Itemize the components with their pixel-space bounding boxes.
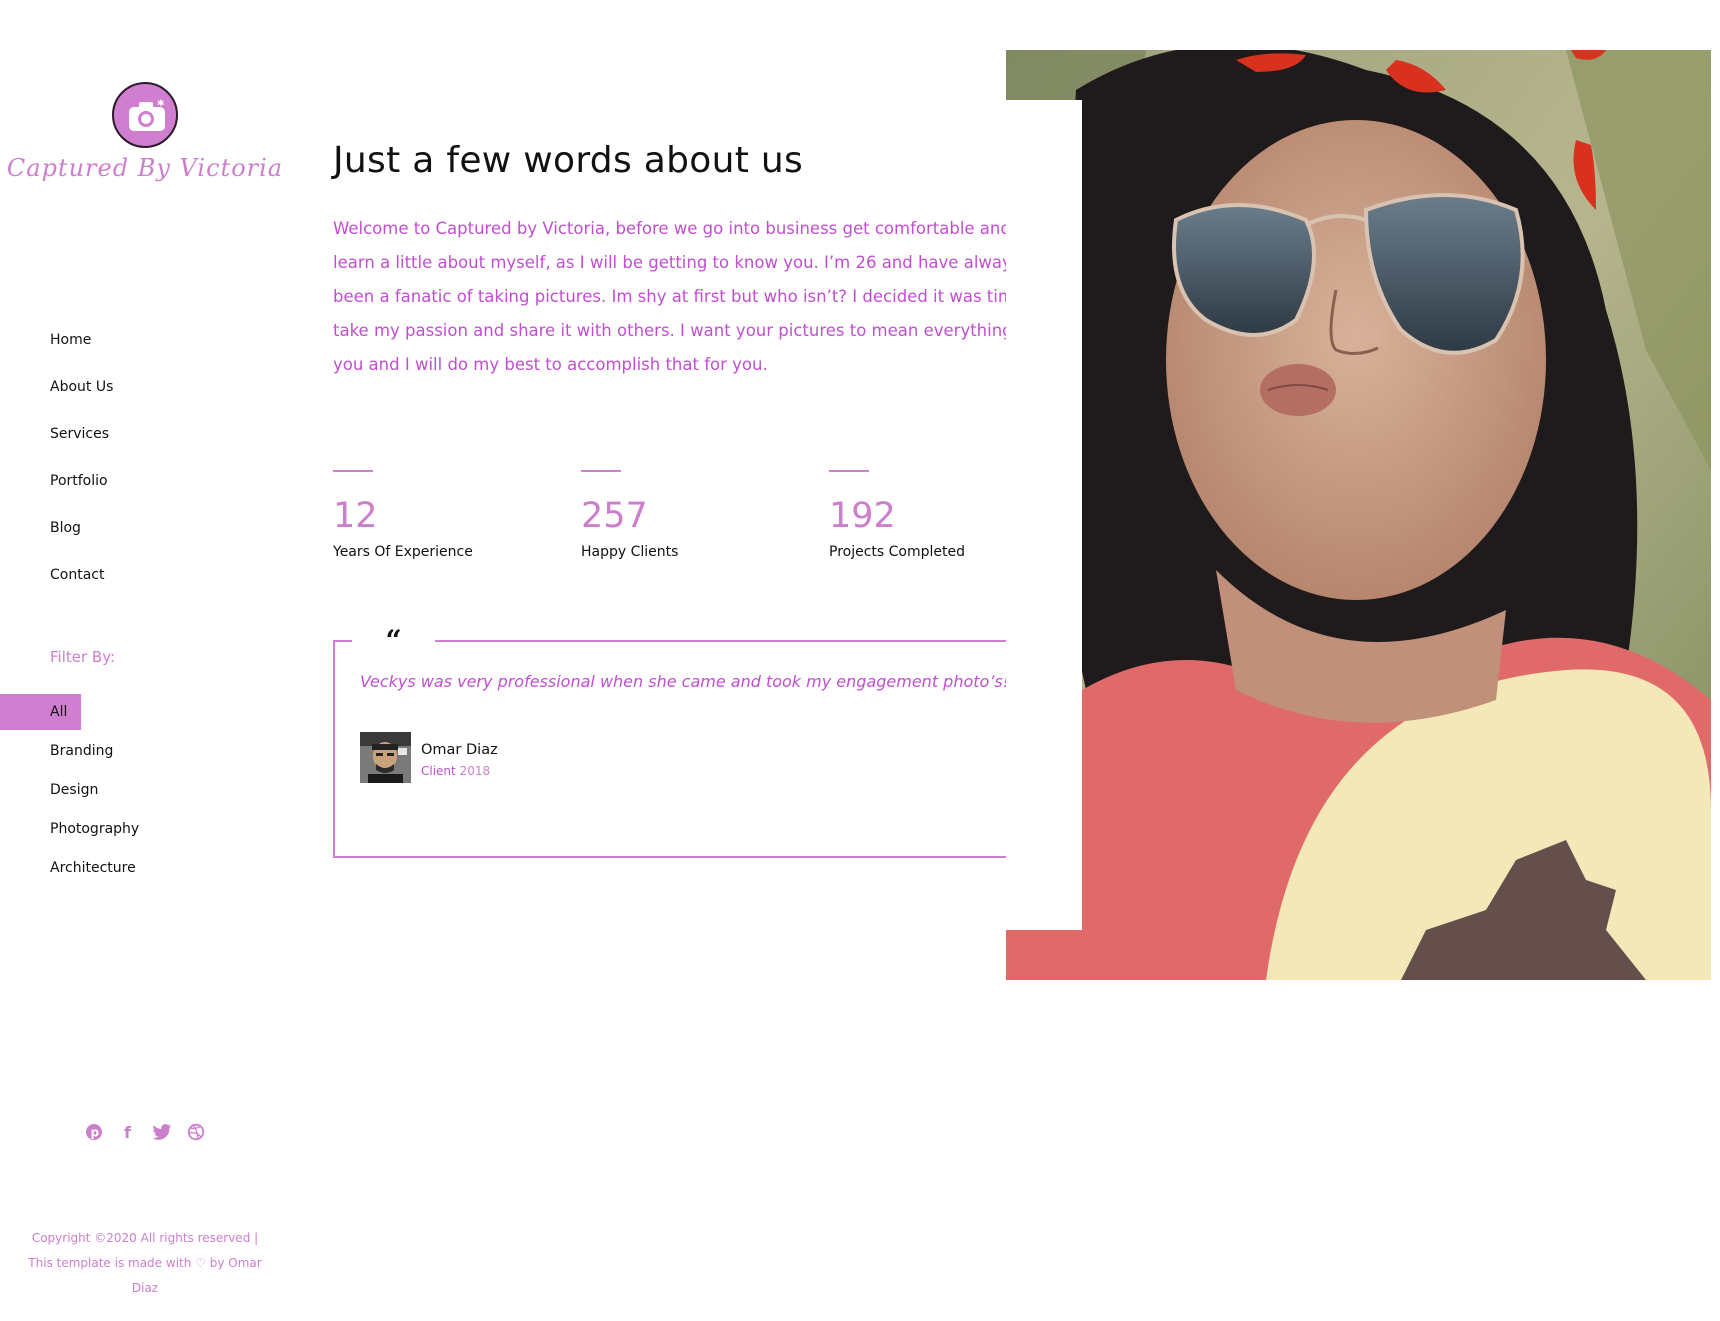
testimonial-text: Veckys was very professional when she ca…	[360, 672, 1010, 691]
stat-years: 12 Years Of Experience	[333, 470, 563, 560]
svg-text:✱: ✱	[157, 99, 165, 109]
logo[interactable]: ✱ Captured By Victoria	[0, 82, 290, 182]
nav-item-about-us[interactable]: About Us	[50, 377, 113, 424]
main-nav: Home About Us Services Portfolio Blog Co…	[50, 330, 113, 612]
sidebar: ✱ Captured By Victoria Home About Us Ser…	[0, 0, 290, 1321]
stat-clients: 257 Happy Clients	[581, 470, 811, 560]
camera-icon: ✱	[112, 82, 178, 148]
filter-item-all[interactable]: All	[0, 694, 81, 730]
author-year: 2018	[459, 764, 491, 778]
page-title: Just a few words about us	[333, 140, 804, 181]
footer-line[interactable]: Diaz	[20, 1276, 270, 1301]
author-role: Client 2018	[421, 764, 490, 778]
svg-text:f: f	[124, 1123, 132, 1141]
logo-text: Captured By Victoria	[6, 154, 284, 182]
svg-text:p: p	[91, 1126, 100, 1140]
stat-divider	[333, 470, 373, 472]
avatar	[360, 732, 411, 783]
nav-item-services[interactable]: Services	[50, 424, 113, 471]
filter-item-branding[interactable]: Branding	[0, 733, 290, 772]
nav-item-blog[interactable]: Blog	[50, 518, 113, 565]
photo-overlay-panel	[1006, 100, 1082, 930]
filter-list: All Branding Design Photography Architec…	[0, 694, 290, 889]
stat-divider	[581, 470, 621, 472]
stat-label: Happy Clients	[581, 544, 679, 560]
pinterest-icon[interactable]: p	[84, 1122, 104, 1142]
stat-label: Years Of Experience	[333, 544, 473, 560]
hero-photo	[1006, 50, 1711, 980]
filter-item-design[interactable]: Design	[0, 772, 290, 811]
nav-item-portfolio[interactable]: Portfolio	[50, 471, 113, 518]
stat-divider	[829, 470, 869, 472]
twitter-icon[interactable]	[152, 1122, 172, 1142]
footer: Copyright ©2020 All rights reserved | Th…	[20, 1226, 270, 1301]
footer-line[interactable]: This template is made with ♡ by Omar	[20, 1251, 270, 1276]
stat-value: 257	[581, 496, 648, 536]
intro-text: Welcome to Captured by Victoria, before …	[333, 219, 1046, 374]
filter-item-architecture[interactable]: Architecture	[0, 850, 290, 889]
quote-icon: “	[352, 626, 435, 656]
testimonial-card: “ Veckys was very professional when she …	[333, 626, 1046, 858]
footer-line: Copyright ©2020 All rights reserved |	[31, 1231, 259, 1245]
nav-item-contact[interactable]: Contact	[50, 565, 113, 612]
author-role-label: Client	[421, 764, 456, 778]
filter-title: Filter By:	[50, 648, 116, 666]
nav-item-home[interactable]: Home	[50, 330, 113, 377]
author-name: Omar Diaz	[421, 742, 498, 758]
facebook-icon[interactable]: f	[118, 1122, 138, 1142]
dribbble-icon[interactable]	[186, 1122, 206, 1142]
filter-item-photography[interactable]: Photography	[0, 811, 290, 850]
social-links: p f	[84, 1122, 206, 1142]
stat-value: 12	[333, 496, 378, 536]
